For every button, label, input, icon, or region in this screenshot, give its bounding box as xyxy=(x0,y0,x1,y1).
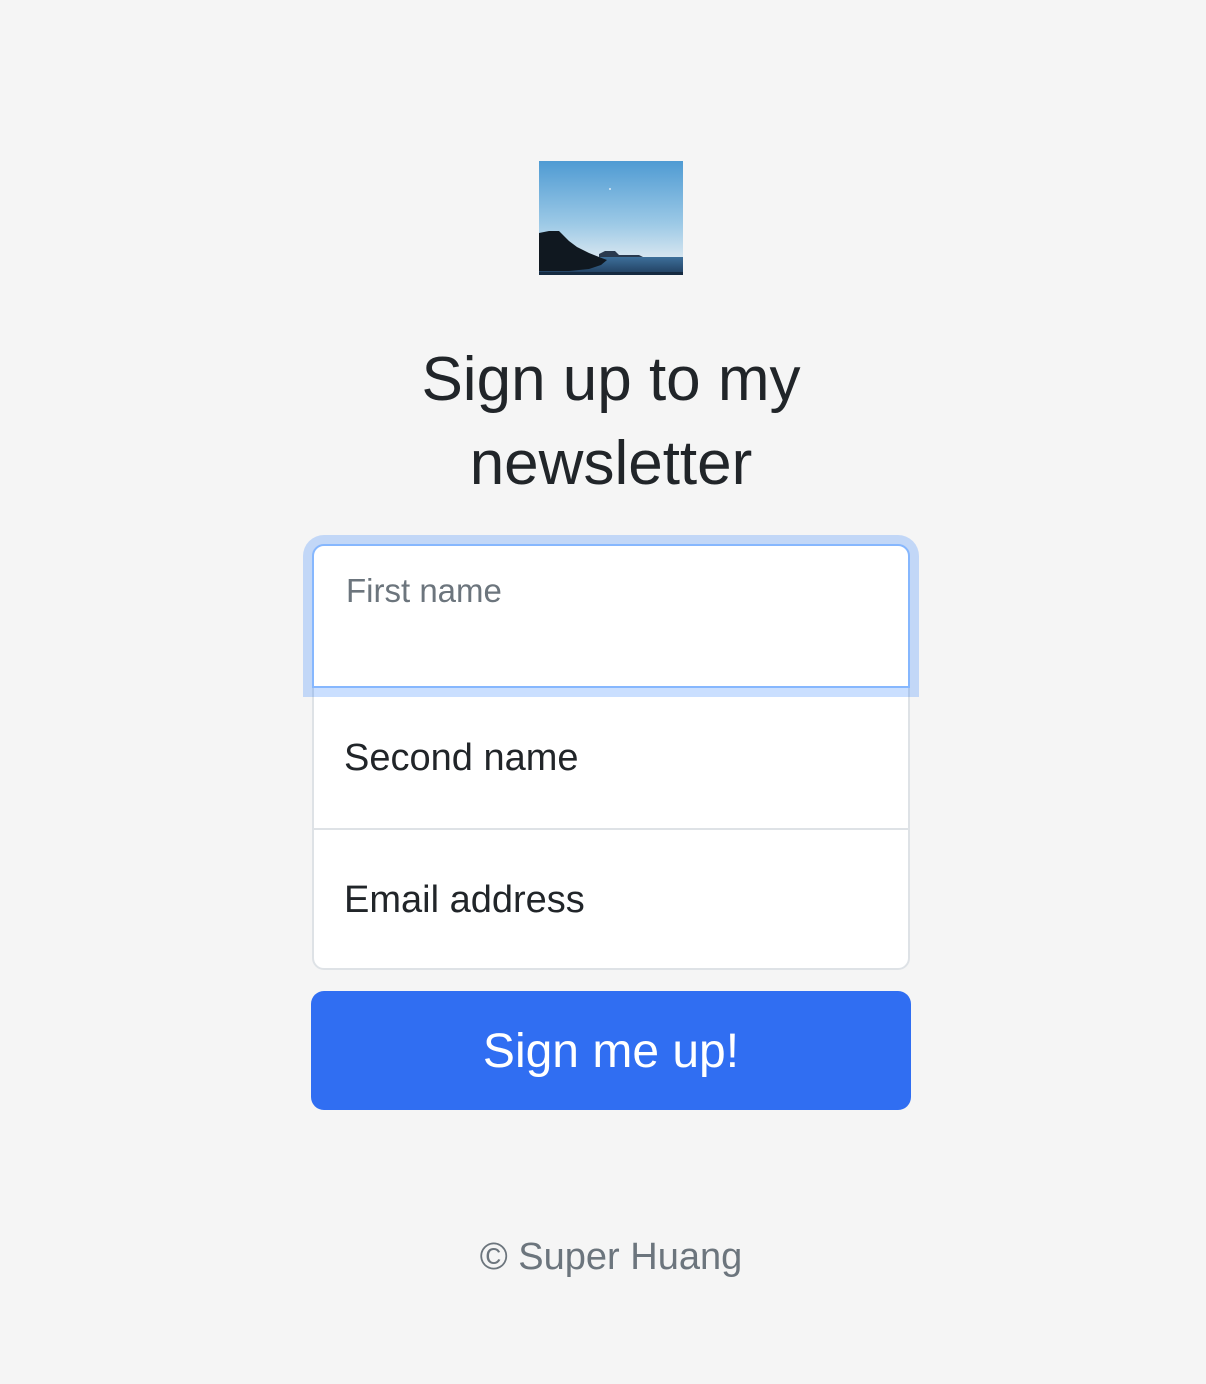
footer-copyright: © Super Huang xyxy=(479,1236,743,1278)
signup-form: First name Second name Email address xyxy=(312,544,910,970)
second-name-input[interactable]: Second name xyxy=(314,688,908,830)
page-title: Sign up to my newsletter xyxy=(421,345,801,498)
signup-page: Sign up to my newsletter First name Seco… xyxy=(0,0,1206,1384)
first-name-placeholder: First name xyxy=(346,572,502,609)
first-name-input[interactable]: First name xyxy=(312,544,910,688)
email-label: Email address xyxy=(344,878,585,921)
sign-up-button[interactable]: Sign me up! xyxy=(311,991,911,1110)
email-input[interactable]: Email address xyxy=(314,830,908,970)
second-name-label: Second name xyxy=(344,736,579,779)
hero-image xyxy=(539,161,683,275)
